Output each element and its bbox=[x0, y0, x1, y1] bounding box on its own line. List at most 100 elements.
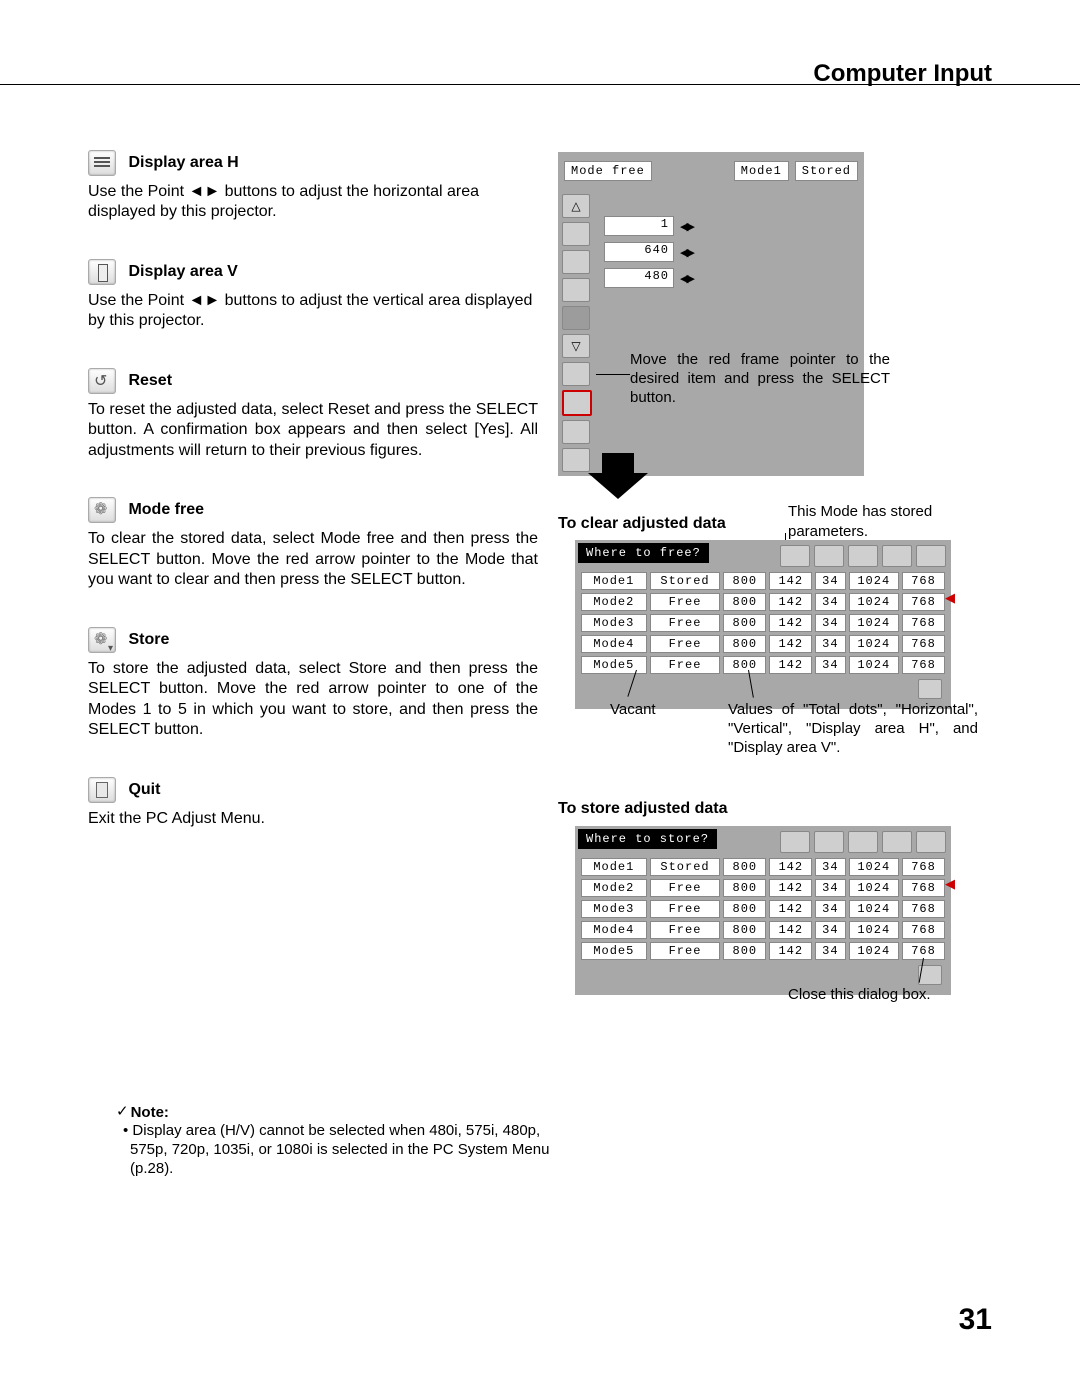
note-body: • Display area (H/V) cannot be selected … bbox=[130, 1121, 556, 1179]
table-cell: 768 bbox=[902, 921, 945, 939]
table-cell: Free bbox=[650, 593, 721, 611]
mode-grid-free: Mode1Stored800142341024768Mode2Free80014… bbox=[578, 569, 948, 677]
table-cell: Free bbox=[650, 635, 721, 653]
col-icon-h bbox=[814, 831, 844, 853]
scroll-down-icon[interactable]: ▽ bbox=[562, 334, 590, 358]
section-body: Exit the PC Adjust Menu. bbox=[88, 809, 538, 829]
reset-icon bbox=[88, 368, 116, 394]
value-row-v: 480 ◀▶ bbox=[604, 268, 693, 288]
osd-table-title: Where to store? bbox=[578, 829, 717, 849]
label-to-clear: To clear adjusted data bbox=[558, 515, 726, 533]
reset-osd-icon[interactable] bbox=[562, 362, 590, 386]
table-cell: 34 bbox=[815, 635, 845, 653]
h-pos-icon[interactable] bbox=[562, 250, 590, 274]
table-row[interactable]: Mode3Free800142341024768 bbox=[581, 614, 945, 632]
col-icon-v bbox=[848, 545, 878, 567]
section-quit: Quit Exit the PC Adjust Menu. bbox=[88, 777, 538, 829]
col-icon-v bbox=[848, 831, 878, 853]
mode-free-osd-icon[interactable] bbox=[562, 390, 592, 416]
table-cell: 768 bbox=[902, 879, 945, 897]
osd-header: Mode free Mode1 Stored bbox=[558, 152, 864, 190]
table-cell: Free bbox=[650, 900, 721, 918]
section-display-area-v: Display area V Use the Point ◄► buttons … bbox=[88, 259, 538, 332]
osd-mode1-button[interactable]: Mode1 bbox=[734, 161, 789, 181]
table-row[interactable]: Mode1Stored800142341024768 bbox=[581, 858, 945, 876]
current-item-icon[interactable] bbox=[562, 306, 590, 330]
table-cell: 142 bbox=[769, 900, 812, 918]
quit-icon bbox=[88, 777, 116, 803]
section-display-area-h: Display area H Use the Point ◄► buttons … bbox=[88, 150, 538, 223]
table-cell: 142 bbox=[769, 879, 812, 897]
annot-close: Close this dialog box. bbox=[788, 985, 931, 1004]
table-cell: Free bbox=[650, 942, 721, 960]
store-icon bbox=[88, 627, 116, 653]
table-cell: 1024 bbox=[849, 656, 900, 674]
table-cell: 1024 bbox=[849, 635, 900, 653]
table-row[interactable]: Mode2Free800142341024768 bbox=[581, 593, 945, 611]
sync-icon[interactable] bbox=[562, 222, 590, 246]
hint-stored-params: This Mode has stored parameters. bbox=[788, 502, 988, 541]
osd-value-area: 1 ◀▶ 640 ◀▶ 480 ◀▶ bbox=[600, 212, 697, 476]
table-cell: 800 bbox=[723, 900, 766, 918]
section-title: Mode free bbox=[128, 501, 204, 519]
mode-free-icon bbox=[88, 497, 116, 523]
page-number: 31 bbox=[959, 1303, 992, 1337]
table-cell: 800 bbox=[723, 593, 766, 611]
quit-dialog-icon[interactable] bbox=[918, 679, 942, 699]
table-cell: 142 bbox=[769, 635, 812, 653]
table-cell: Free bbox=[650, 879, 721, 897]
scroll-up-icon[interactable]: △ bbox=[562, 194, 590, 218]
table-cell: Stored bbox=[650, 572, 721, 590]
table-cell: 34 bbox=[815, 900, 845, 918]
section-title: Display area H bbox=[128, 154, 238, 172]
table-cell: 1024 bbox=[849, 921, 900, 939]
left-right-icon[interactable]: ◀▶ bbox=[680, 246, 693, 259]
table-cell: 768 bbox=[902, 656, 945, 674]
checkmark-icon: ✓ bbox=[116, 1102, 129, 1120]
section-mode-free: Mode free To clear the stored data, sele… bbox=[88, 497, 538, 590]
value-box: 480 bbox=[604, 268, 674, 288]
label-to-store: To store adjusted data bbox=[558, 800, 728, 818]
left-right-icon[interactable]: ◀▶ bbox=[680, 272, 693, 285]
table-cell: 768 bbox=[902, 858, 945, 876]
col-icon-area-v bbox=[916, 545, 946, 567]
table-cell: 1024 bbox=[849, 879, 900, 897]
table-cell: Free bbox=[650, 656, 721, 674]
osd-stored-button[interactable]: Stored bbox=[795, 161, 858, 181]
section-store: Store To store the adjusted data, select… bbox=[88, 627, 538, 741]
table-cell: Free bbox=[650, 614, 721, 632]
section-body: Use the Point ◄► buttons to adjust the h… bbox=[88, 182, 538, 223]
table-row[interactable]: Mode2Free800142341024768 bbox=[581, 879, 945, 897]
table-cell: 800 bbox=[723, 614, 766, 632]
display-area-v-icon bbox=[88, 259, 116, 285]
table-cell: 142 bbox=[769, 656, 812, 674]
osd-mode-free-panel: Mode free Mode1 Stored △ ▽ bbox=[558, 152, 864, 476]
page-header: Computer Input bbox=[813, 60, 992, 88]
table-row[interactable]: Mode5Free800142341024768 bbox=[581, 942, 945, 960]
red-pointer-icon: ◀ bbox=[945, 876, 955, 892]
osd-table-title: Where to free? bbox=[578, 543, 709, 563]
osd-icon-column: △ ▽ bbox=[558, 190, 600, 476]
value-box: 640 bbox=[604, 242, 674, 262]
section-body: To clear the stored data, select Mode fr… bbox=[88, 529, 538, 590]
table-row[interactable]: Mode1Stored800142341024768 bbox=[581, 572, 945, 590]
section-body: Use the Point ◄► buttons to adjust the v… bbox=[88, 291, 538, 332]
table-cell: Free bbox=[650, 921, 721, 939]
table-cell: 34 bbox=[815, 572, 845, 590]
table-cell: 1024 bbox=[849, 572, 900, 590]
table-cell: 768 bbox=[902, 900, 945, 918]
table-cell: 34 bbox=[815, 614, 845, 632]
table-row[interactable]: Mode3Free800142341024768 bbox=[581, 900, 945, 918]
store-osd-icon[interactable] bbox=[562, 420, 590, 444]
table-row[interactable]: Mode4Free800142341024768 bbox=[581, 921, 945, 939]
v-pos-icon[interactable] bbox=[562, 278, 590, 302]
table-cell: 768 bbox=[902, 614, 945, 632]
left-right-icon[interactable]: ◀▶ bbox=[680, 220, 693, 233]
section-body: To store the adjusted data, select Store… bbox=[88, 659, 538, 741]
osd-title-button[interactable]: Mode free bbox=[564, 161, 652, 181]
table-cell: Mode2 bbox=[581, 593, 647, 611]
section-title: Reset bbox=[128, 372, 172, 390]
table-cell: Mode5 bbox=[581, 656, 647, 674]
table-row[interactable]: Mode4Free800142341024768 bbox=[581, 635, 945, 653]
quit-osd-icon[interactable] bbox=[562, 448, 590, 472]
